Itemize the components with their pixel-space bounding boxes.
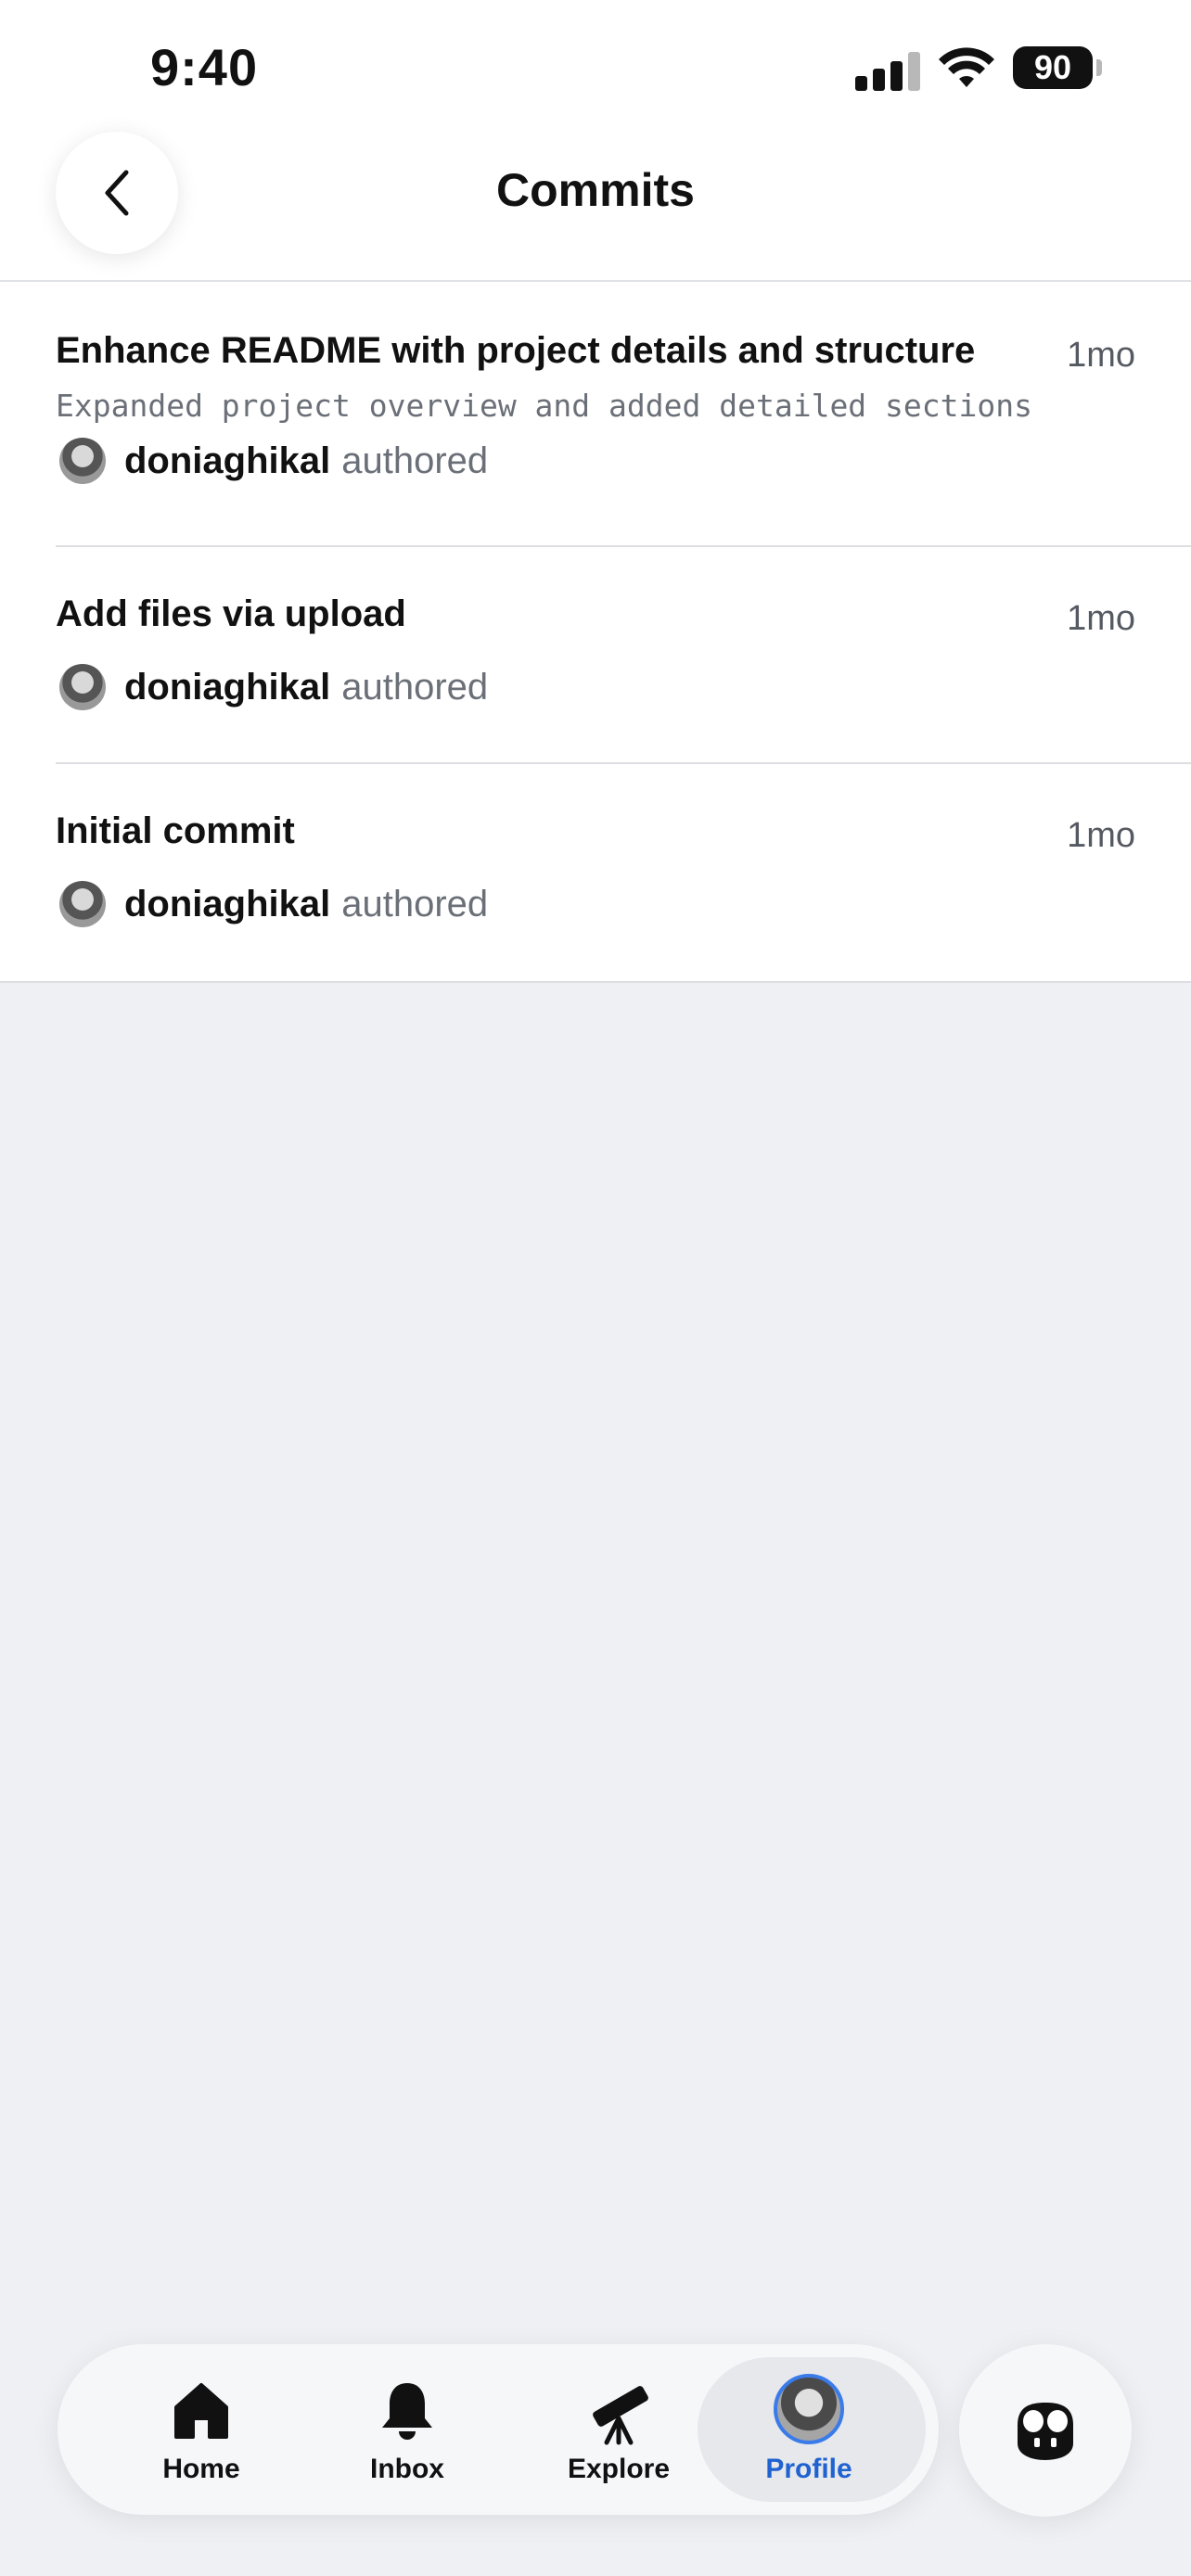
author-action: authored: [341, 440, 489, 481]
commit-list: Enhance README with project details and …: [0, 282, 1191, 983]
commit-description: Expanded project overview and added deta…: [56, 388, 1032, 424]
copilot-button[interactable]: [959, 2344, 1132, 2517]
home-icon: [174, 2383, 228, 2439]
commit-time: 1mo: [1067, 816, 1135, 855]
commit-title: Add files via upload: [56, 593, 406, 634]
commit-time: 1mo: [1067, 336, 1135, 375]
nav-header: Commits: [0, 132, 1191, 282]
commit-title: Enhance README with project details and …: [56, 330, 976, 371]
commit-row[interactable]: Initial commit 1mo doniaghikal authored: [56, 764, 1191, 981]
author-avatar: [59, 438, 106, 484]
author-name: doniaghikal: [124, 883, 331, 925]
commit-time: 1mo: [1067, 599, 1135, 638]
tab-profile[interactable]: Profile: [698, 2344, 926, 2515]
telescope-icon: [593, 2386, 648, 2445]
author-row: doniaghikal authored: [56, 881, 1135, 927]
page-title: Commits: [496, 164, 695, 216]
commit-row[interactable]: Enhance README with project details and …: [56, 282, 1191, 547]
author-avatar: [59, 664, 106, 710]
author-action: authored: [341, 666, 489, 708]
battery-indicator: 90: [1013, 46, 1093, 89]
tab-label: Explore: [567, 2454, 671, 2484]
cellular-signal-icon: [855, 52, 920, 91]
author-action: authored: [341, 883, 489, 925]
tab-explore[interactable]: Explore: [512, 2344, 725, 2515]
tab-label: Home: [162, 2454, 240, 2484]
bell-icon: [382, 2383, 432, 2440]
wifi-icon: [939, 47, 994, 87]
tab-home[interactable]: Home: [95, 2344, 308, 2515]
copilot-icon: [1018, 2403, 1073, 2460]
author-name: doniaghikal: [124, 666, 331, 708]
author-avatar: [59, 881, 106, 927]
avatar: [774, 2374, 844, 2444]
author-name: doniaghikal: [124, 440, 331, 481]
tab-bar: Home Inbox Explore Profile: [58, 2344, 939, 2515]
commits-screen: 9:40 90 Commits Enhance README with proj…: [0, 0, 1191, 2576]
status-bar: 9:40 90: [0, 0, 1191, 139]
tab-inbox[interactable]: Inbox: [301, 2344, 514, 2515]
commit-row[interactable]: Add files via upload 1mo doniaghikal aut…: [56, 547, 1191, 764]
tab-label: Inbox: [370, 2454, 444, 2484]
status-time: 9:40: [150, 38, 259, 96]
battery-tip: [1096, 59, 1102, 76]
author-row: doniaghikal authored: [56, 438, 1135, 484]
commit-title: Initial commit: [56, 810, 295, 851]
tab-label: Profile: [765, 2454, 852, 2484]
author-row: doniaghikal authored: [56, 664, 1135, 710]
